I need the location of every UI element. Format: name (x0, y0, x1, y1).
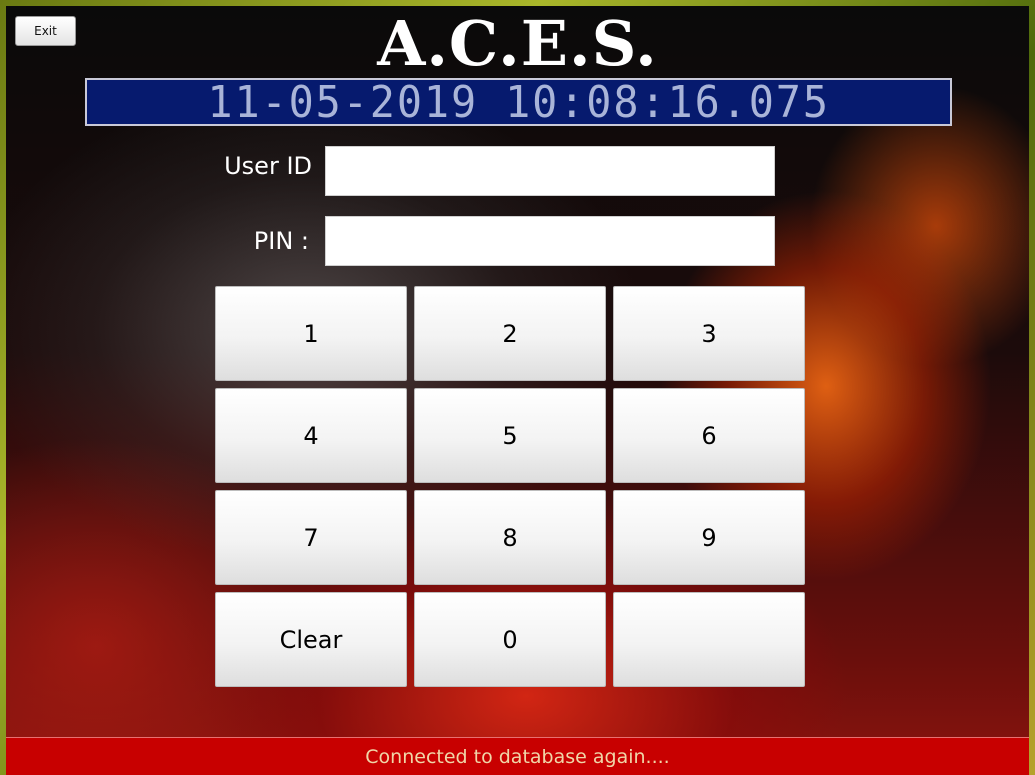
keypad: 1 2 3 4 5 6 7 8 9 Clear 0 (215, 286, 805, 687)
key-0-button[interactable]: 0 (414, 592, 606, 687)
key-1-button[interactable]: 1 (215, 286, 407, 381)
key-5-button[interactable]: 5 (414, 388, 606, 483)
key-4-button[interactable]: 4 (215, 388, 407, 483)
status-bar: Connected to database again.... (6, 737, 1029, 775)
key-8-button[interactable]: 8 (414, 490, 606, 585)
blank-key-button[interactable] (613, 592, 805, 687)
pin-input[interactable] (325, 216, 775, 266)
key-9-button[interactable]: 9 (613, 490, 805, 585)
key-7-button[interactable]: 7 (215, 490, 407, 585)
key-2-button[interactable]: 2 (414, 286, 606, 381)
app-title: A.C.E.S. (377, 7, 658, 80)
key-3-button[interactable]: 3 (613, 286, 805, 381)
clock-text: 11-05-2019 10:08:16.075 (207, 76, 830, 128)
key-6-button[interactable]: 6 (613, 388, 805, 483)
aces-window: Exit A.C.E.S. 11-05-2019 10:08:16.075 Us… (6, 6, 1029, 775)
clock-display: 11-05-2019 10:08:16.075 (85, 76, 952, 128)
status-message: Connected to database again.... (365, 746, 670, 768)
user-id-label: User ID (224, 152, 312, 180)
pin-label: PIN : (253, 227, 309, 255)
clear-button[interactable]: Clear (215, 592, 407, 687)
user-id-input[interactable] (325, 146, 775, 196)
